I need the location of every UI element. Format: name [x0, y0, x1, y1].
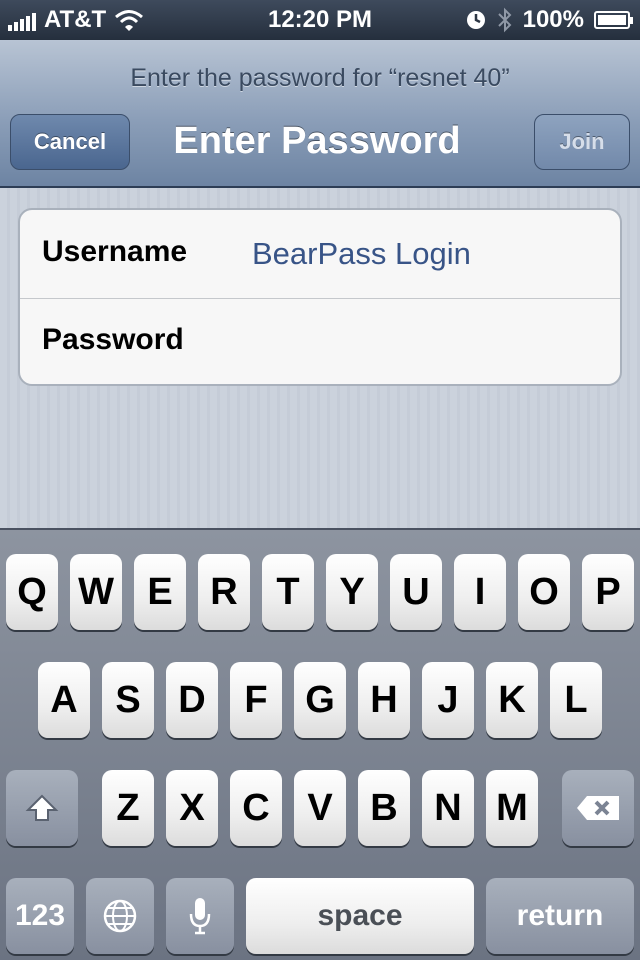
key-n[interactable]: N: [422, 770, 474, 846]
credentials-form: Username BearPass Login Password: [18, 208, 622, 386]
key-v[interactable]: V: [294, 770, 346, 846]
key-q[interactable]: Q: [6, 554, 58, 630]
key-o[interactable]: O: [518, 554, 570, 630]
key-j[interactable]: J: [422, 662, 474, 738]
key-h[interactable]: H: [358, 662, 410, 738]
key-e[interactable]: E: [134, 554, 186, 630]
shift-arrow-icon: [25, 794, 59, 821]
key-r[interactable]: R: [198, 554, 250, 630]
network-prompt: Enter the password for “resnet 40”: [130, 64, 510, 92]
key-s[interactable]: S: [102, 662, 154, 738]
return-key[interactable]: return: [486, 878, 634, 954]
username-label: Username: [42, 235, 188, 268]
password-row[interactable]: Password: [20, 298, 620, 384]
shift-key[interactable]: [6, 770, 78, 846]
navigation-bar: Enter the password for “resnet 40” Cance…: [0, 40, 640, 188]
globe-key[interactable]: [86, 878, 154, 954]
lock-rotation-icon: [466, 11, 485, 29]
password-label: Password: [42, 323, 184, 356]
keyboard: Q W E R T Y U I O P A S D F G H J K L Z …: [0, 528, 640, 960]
key-b[interactable]: B: [358, 770, 410, 846]
key-y[interactable]: Y: [326, 554, 378, 630]
battery-percent: 100%: [522, 6, 584, 33]
username-field[interactable]: BearPass Login: [252, 236, 471, 272]
delete-key[interactable]: [562, 770, 634, 846]
key-c[interactable]: C: [230, 770, 282, 846]
key-u[interactable]: U: [390, 554, 442, 630]
key-l[interactable]: L: [550, 662, 602, 738]
key-m[interactable]: M: [486, 770, 538, 846]
key-x[interactable]: X: [166, 770, 218, 846]
backspace-icon: [577, 796, 619, 820]
form-area: Username BearPass Login Password: [0, 188, 640, 528]
key-d[interactable]: D: [166, 662, 218, 738]
globe-icon: [103, 899, 137, 933]
join-button[interactable]: Join: [534, 114, 630, 170]
bluetooth-icon: [497, 7, 512, 33]
battery-icon: [594, 11, 633, 29]
key-p[interactable]: P: [582, 554, 634, 630]
key-w[interactable]: W: [70, 554, 122, 630]
microphone-icon: [189, 898, 211, 935]
username-row[interactable]: Username BearPass Login: [20, 210, 620, 299]
key-z[interactable]: Z: [102, 770, 154, 846]
dictation-key[interactable]: [166, 878, 234, 954]
key-g[interactable]: G: [294, 662, 346, 738]
key-i[interactable]: I: [454, 554, 506, 630]
status-bar: AT&T 12:20 PM 100%: [0, 0, 640, 40]
key-t[interactable]: T: [262, 554, 314, 630]
numbers-key[interactable]: 123: [6, 878, 74, 954]
space-key[interactable]: space: [246, 878, 474, 954]
key-k[interactable]: K: [486, 662, 538, 738]
key-f[interactable]: F: [230, 662, 282, 738]
key-a[interactable]: A: [38, 662, 90, 738]
